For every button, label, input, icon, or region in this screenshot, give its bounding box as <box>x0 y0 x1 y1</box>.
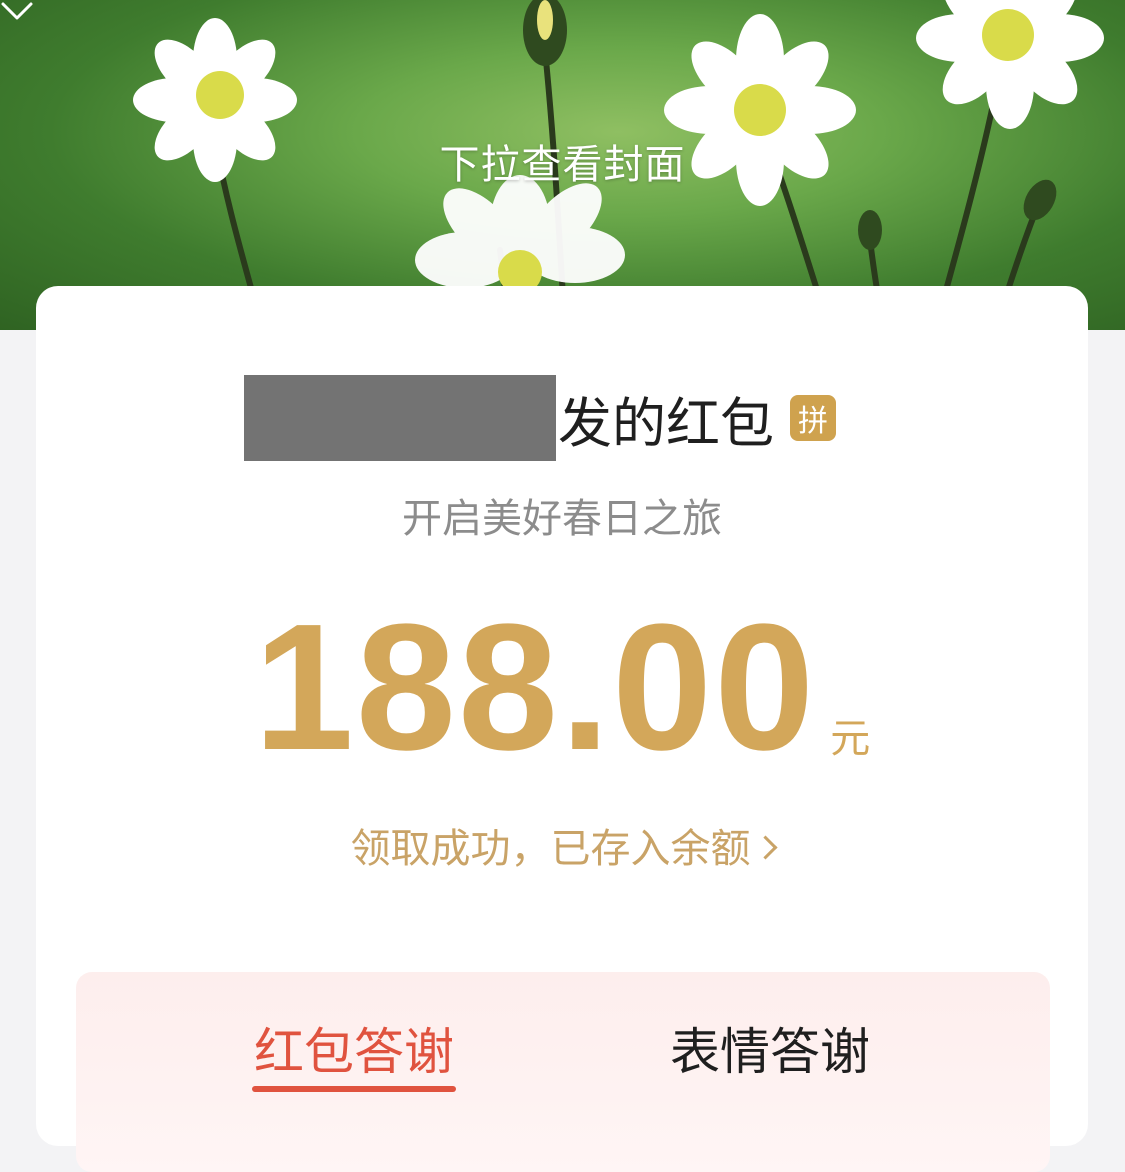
thanks-panel: 红包答谢 表情答谢 <box>76 972 1050 1172</box>
active-tab-indicator <box>252 1086 456 1092</box>
amount-row: 188.00 元 <box>36 587 1088 788</box>
pin-badge: 拼 <box>790 395 836 441</box>
tab-red-packet-thanks[interactable]: 红包答谢 <box>254 1012 454 1084</box>
pull-to-view-cover-hint: 下拉查看封面 <box>439 142 686 188</box>
sender-title: 发的红包 <box>558 391 774 455</box>
chevron-down-icon <box>1 2 33 20</box>
redacted-sender-name <box>244 375 556 461</box>
cover-image[interactable]: 下拉查看封面 <box>0 0 1125 330</box>
red-packet-card: 发的红包 拼 开启美好春日之旅 188.00 元 领取成功，已存入余额 红包答谢… <box>36 286 1088 1172</box>
claim-status-text: 领取成功，已存入余额 <box>350 826 751 872</box>
blessing-text: 开启美好春日之旅 <box>402 496 722 542</box>
claim-status-link[interactable]: 领取成功，已存入余额 <box>36 816 1088 874</box>
chevron-right-icon <box>752 834 778 860</box>
amount-unit: 元 <box>830 716 871 762</box>
tab-sticker-thanks[interactable]: 表情答谢 <box>670 1012 870 1084</box>
sender-row: 发的红包 拼 <box>244 375 836 461</box>
amount-value: 188.00 <box>253 587 817 788</box>
